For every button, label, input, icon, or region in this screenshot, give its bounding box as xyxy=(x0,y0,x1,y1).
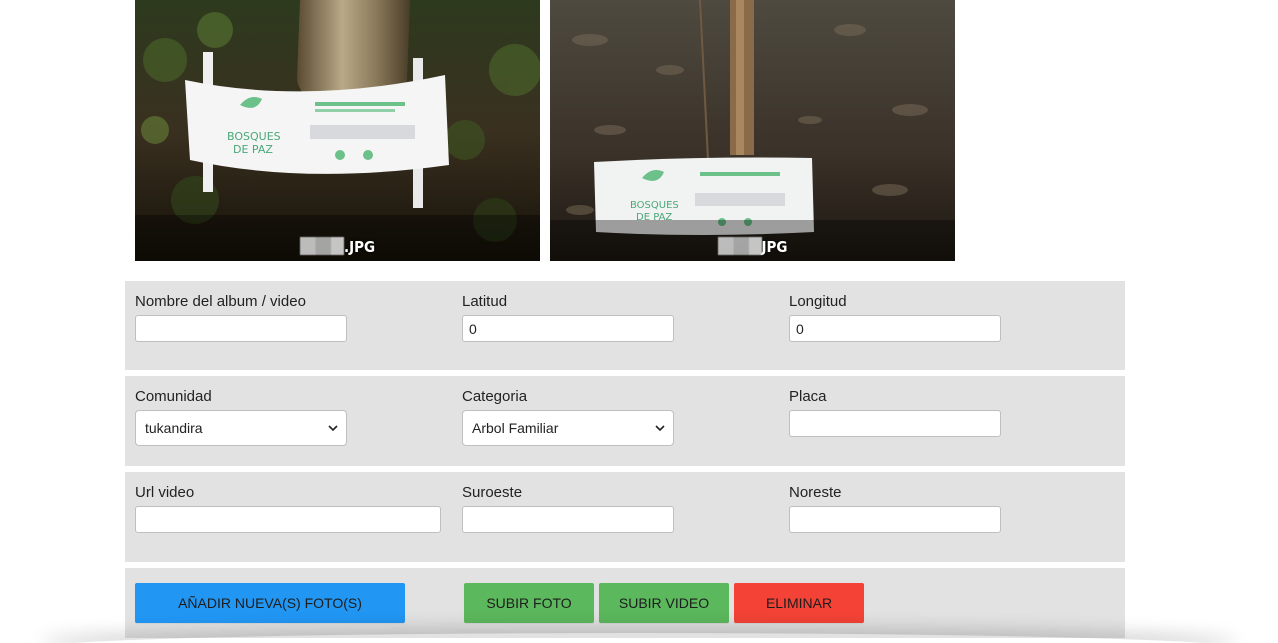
photo-caption: JPG xyxy=(550,237,955,256)
upload-video-button[interactable]: SUBIR VIDEO xyxy=(599,583,729,623)
album-name-field: Nombre del album / video xyxy=(135,293,347,342)
northeast-field: Noreste xyxy=(789,484,1001,533)
southwest-field: Suroeste xyxy=(462,484,674,533)
redacted-filename xyxy=(299,237,344,255)
svg-text:BOSQUES: BOSQUES xyxy=(227,130,281,143)
photo-card[interactable]: BOSQUES DE PAZ JPG xyxy=(550,0,955,261)
delete-button[interactable]: ELIMINAR xyxy=(734,583,864,623)
northeast-label: Noreste xyxy=(789,484,842,501)
form-row-video-bounds: Url video Suroeste Noreste xyxy=(125,472,1125,562)
photo-card[interactable]: BOSQUES DE PAZ .JPG xyxy=(135,0,540,261)
latitude-label: Latitud xyxy=(462,293,508,310)
longitude-label: Longitud xyxy=(789,293,847,310)
redacted-filename xyxy=(717,237,762,255)
plate-label: Placa xyxy=(789,388,827,405)
community-field: Comunidad tukandira xyxy=(135,388,347,446)
page: BOSQUES DE PAZ .JPG BOSQUES DE PAZ JPG N… xyxy=(0,0,1278,643)
album-name-label: Nombre del album / video xyxy=(135,293,306,310)
form-row-classification: Comunidad tukandira Categoria Arbol Fami… xyxy=(125,376,1125,466)
add-photos-button[interactable]: AÑADIR NUEVA(S) FOTO(S) xyxy=(135,583,405,623)
form-row-coordinates: Nombre del album / video Latitud Longitu… xyxy=(125,281,1125,370)
longitude-field: Longitud xyxy=(789,293,1001,342)
video-url-input[interactable] xyxy=(135,506,441,533)
upload-photo-button[interactable]: SUBIR FOTO xyxy=(464,583,594,623)
chevron-down-icon xyxy=(328,425,338,432)
video-url-label: Url video xyxy=(135,484,195,501)
category-selected-value: Arbol Familiar xyxy=(472,420,559,436)
video-url-field: Url video xyxy=(135,484,441,533)
svg-text:BOSQUES: BOSQUES xyxy=(630,200,679,211)
latitude-input[interactable] xyxy=(462,315,674,342)
community-select[interactable]: tukandira xyxy=(135,410,347,446)
form-actions: AÑADIR NUEVA(S) FOTO(S) SUBIR FOTO SUBIR… xyxy=(125,568,1125,638)
category-label: Categoria xyxy=(462,388,528,405)
album-name-input[interactable] xyxy=(135,315,347,342)
longitude-input[interactable] xyxy=(789,315,1001,342)
plate-field: Placa xyxy=(789,388,1001,437)
category-select[interactable]: Arbol Familiar xyxy=(462,410,674,446)
category-field: Categoria Arbol Familiar xyxy=(462,388,674,446)
northeast-input[interactable] xyxy=(789,506,1001,533)
southwest-label: Suroeste xyxy=(462,484,523,501)
chevron-down-icon xyxy=(655,425,665,432)
tree-sign-photo: BOSQUES DE PAZ xyxy=(135,0,540,261)
community-selected-value: tukandira xyxy=(145,420,203,436)
southwest-input[interactable] xyxy=(462,506,674,533)
svg-text:DE PAZ: DE PAZ xyxy=(233,143,273,156)
plate-input[interactable] xyxy=(789,410,1001,437)
community-label: Comunidad xyxy=(135,388,212,405)
photo-caption: .JPG xyxy=(135,237,540,256)
tree-sign-photo: BOSQUES DE PAZ xyxy=(550,0,955,261)
latitude-field: Latitud xyxy=(462,293,674,342)
